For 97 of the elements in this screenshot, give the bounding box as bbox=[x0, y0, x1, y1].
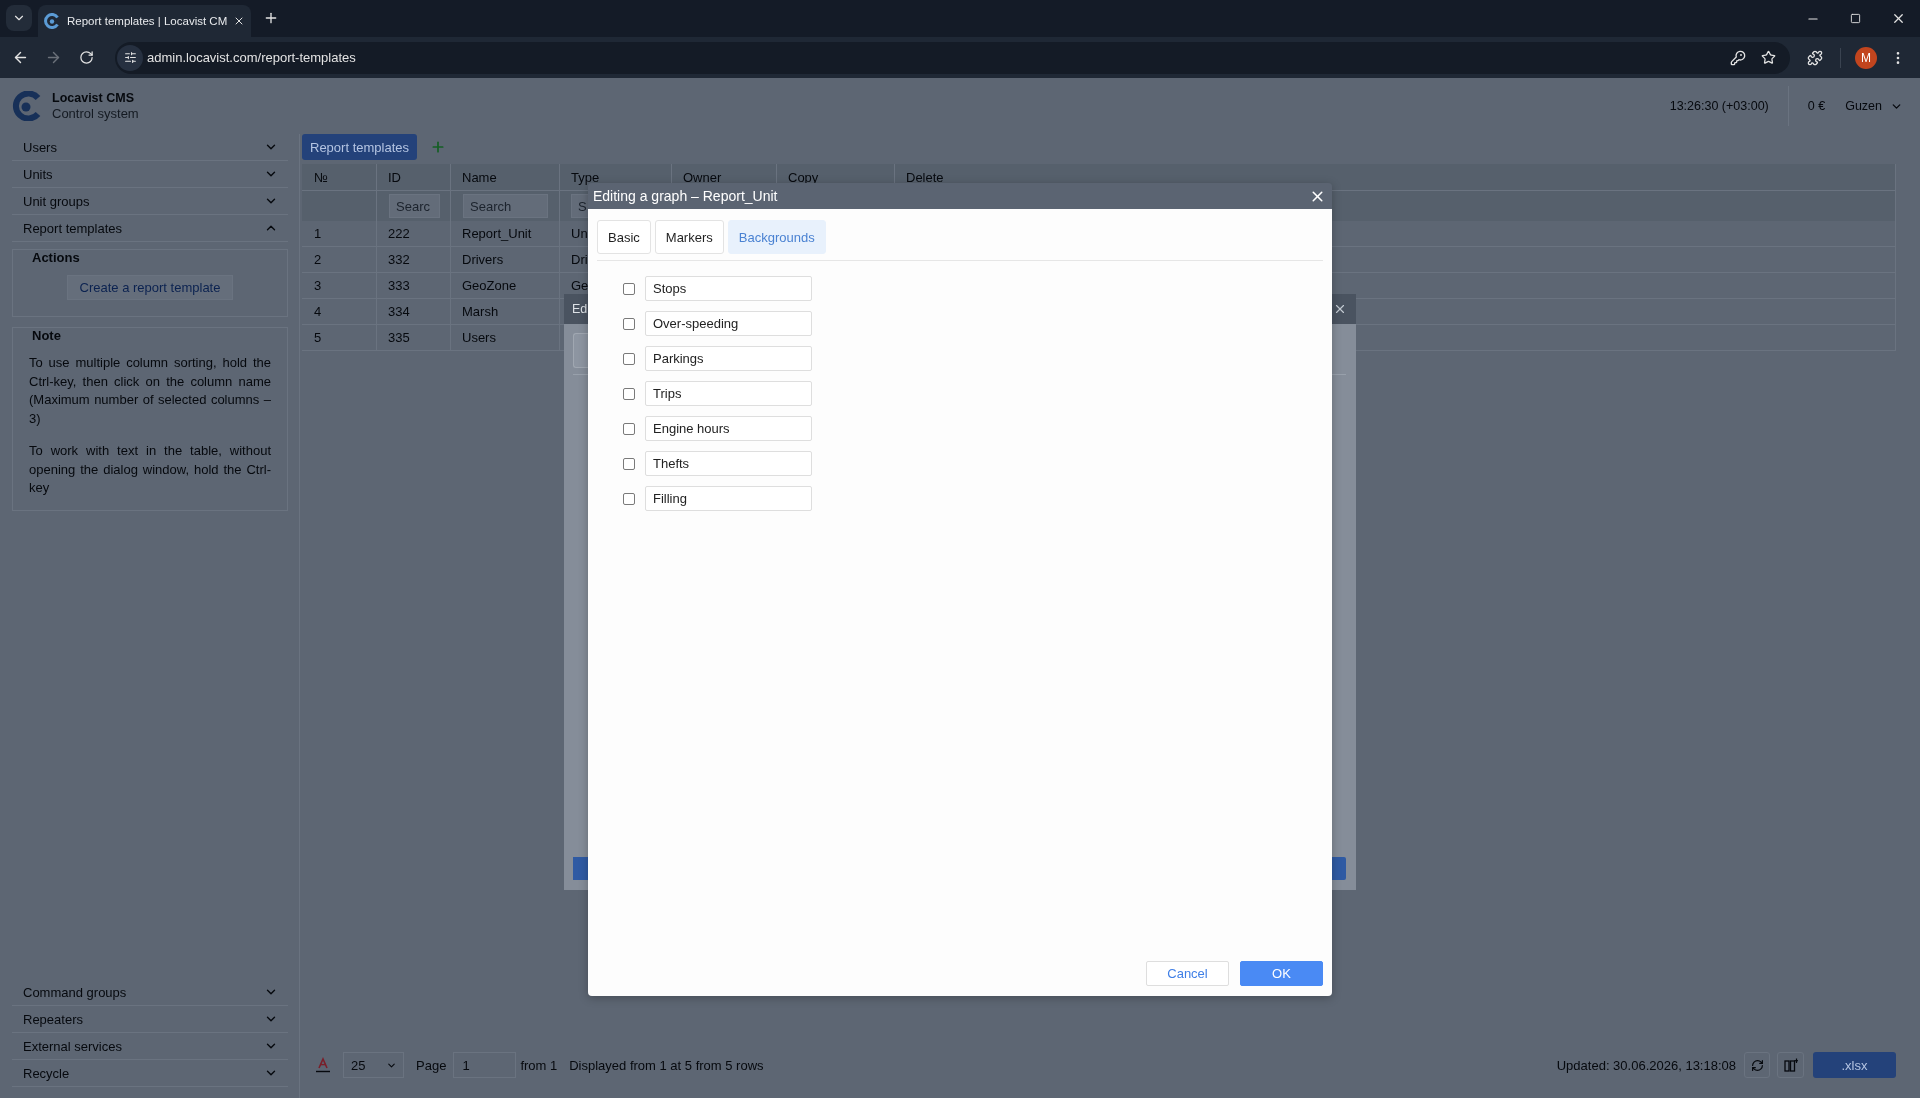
table-cell: 335 bbox=[388, 330, 410, 345]
profile-avatar[interactable]: M bbox=[1855, 46, 1877, 69]
note-text: To use multiple column sorting, hold the Ctrl-key, then click on the column name (Maximum number of selected columns – 3) bbox=[29, 354, 271, 429]
name-field[interactable]: Trips bbox=[645, 381, 812, 406]
brand-name: Locavist CMS bbox=[52, 90, 135, 106]
table-cell: GeoZone bbox=[462, 278, 517, 293]
checkbox[interactable] bbox=[623, 422, 635, 435]
logo-icon bbox=[11, 91, 43, 121]
balance-label: 0 € bbox=[1807, 99, 1826, 113]
column-header[interactable]: № bbox=[314, 169, 328, 185]
ok-button[interactable]: OK bbox=[1240, 961, 1323, 986]
search-field[interactable]: Searc bbox=[389, 194, 440, 218]
table-cell: 4 bbox=[314, 304, 322, 319]
tab[interactable]: Basic bbox=[597, 220, 651, 254]
tab-search-button[interactable] bbox=[6, 5, 32, 31]
arrow-right-icon[interactable] bbox=[45, 49, 62, 66]
browser-tab[interactable]: Report templates | Locavist CM bbox=[38, 5, 251, 37]
panel-title: Actions bbox=[31, 250, 80, 266]
table-cell: Un bbox=[571, 226, 588, 241]
updated-label: Updated: 30.06.2026, 13:18:08 bbox=[1556, 1057, 1736, 1073]
cancel-button[interactable]: Cancel bbox=[1146, 961, 1229, 986]
sidebar-item[interactable]: Unit groups bbox=[12, 188, 288, 215]
note-text: To work with text in the table, without opening the dialog window, hold the Ctrl-key bbox=[29, 441, 271, 498]
table-cell: 334 bbox=[388, 304, 410, 319]
column-header[interactable]: ID bbox=[388, 169, 401, 185]
name-field[interactable]: Over-speeding bbox=[645, 311, 812, 336]
letter-a-icon[interactable] bbox=[315, 1057, 331, 1073]
user-menu[interactable]: Guzen bbox=[1845, 99, 1903, 113]
site-settings-button[interactable] bbox=[117, 44, 143, 71]
checkbox[interactable] bbox=[623, 492, 635, 505]
checkbox[interactable] bbox=[623, 352, 635, 365]
favicon-icon bbox=[44, 13, 60, 29]
brand-subtitle: Control system bbox=[52, 106, 139, 122]
panel-title: Note bbox=[31, 328, 61, 344]
table-cell: Users bbox=[462, 330, 496, 345]
table-cell: 332 bbox=[388, 252, 410, 267]
table-cell: 222 bbox=[388, 226, 410, 241]
key-icon[interactable] bbox=[1730, 49, 1746, 66]
page-size-select[interactable]: 25 bbox=[343, 1052, 404, 1078]
sidebar-item[interactable]: Users bbox=[12, 134, 288, 161]
star-icon[interactable] bbox=[1760, 50, 1776, 65]
name-field[interactable]: Engine hours bbox=[645, 416, 812, 441]
sidebar-item[interactable]: Repeaters bbox=[12, 1006, 288, 1033]
plus-icon[interactable] bbox=[263, 10, 279, 26]
table-cell: Drivers bbox=[462, 252, 504, 267]
sidebar-item[interactable]: Command groups bbox=[12, 979, 288, 1006]
columns-button[interactable] bbox=[1777, 1052, 1804, 1078]
refresh-icon bbox=[1750, 1058, 1764, 1072]
table-cell: Report_Unit bbox=[462, 226, 532, 241]
column-header[interactable]: Type bbox=[571, 169, 600, 185]
checkbox[interactable] bbox=[623, 317, 635, 330]
reload-icon[interactable] bbox=[79, 50, 94, 65]
column-header[interactable]: Name bbox=[462, 169, 497, 185]
sidebar-item[interactable]: Recycle bbox=[12, 1060, 288, 1087]
close-icon[interactable] bbox=[233, 15, 245, 27]
dialog-title: Editing a graph – Report_Unit bbox=[593, 188, 778, 204]
maximize-icon[interactable] bbox=[1850, 13, 1861, 24]
checkbox[interactable] bbox=[623, 387, 635, 400]
columns-icon bbox=[1783, 1058, 1798, 1072]
sidebar-item[interactable]: External services bbox=[12, 1033, 288, 1060]
page-label: Page bbox=[416, 1057, 447, 1073]
page-total: from 1 bbox=[520, 1057, 558, 1073]
tab-title: Report templates | Locavist CM bbox=[67, 15, 229, 27]
search-field[interactable]: Search bbox=[463, 194, 548, 218]
name-field[interactable]: Parkings bbox=[645, 346, 812, 371]
checkbox[interactable] bbox=[623, 282, 635, 295]
table-cell: 2 bbox=[314, 252, 322, 267]
name-field[interactable]: Thefts bbox=[645, 451, 812, 476]
close-icon[interactable] bbox=[1891, 11, 1906, 26]
table-cell: 3 bbox=[314, 278, 322, 293]
table-cell: Marsh bbox=[462, 304, 499, 319]
table-cell: 333 bbox=[388, 278, 410, 293]
tab[interactable]: Markers bbox=[654, 220, 724, 254]
rows-summary: Displayed from 1 at 5 from 5 rows bbox=[569, 1057, 764, 1073]
dialog-title: Ed bbox=[572, 302, 588, 316]
checkbox[interactable] bbox=[623, 457, 635, 470]
sliders-icon bbox=[123, 51, 137, 64]
table-cell: Ge bbox=[571, 278, 589, 293]
sidebar-item[interactable]: Units bbox=[12, 161, 288, 188]
table-cell: Dri bbox=[571, 252, 588, 267]
url-text: admin.locavist.com/report-templates bbox=[147, 50, 357, 65]
time-label: 13:26:30 (+03:00) bbox=[1669, 99, 1769, 113]
export-button[interactable]: .xlsx bbox=[1813, 1052, 1896, 1078]
create-template-link[interactable]: Create a report template bbox=[66, 275, 234, 300]
address-bar[interactable]: admin.locavist.com/report-templates bbox=[115, 41, 1790, 74]
table-cell: 1 bbox=[314, 226, 322, 241]
sidebar-item[interactable]: Report templates bbox=[12, 215, 288, 242]
puzzle-icon[interactable] bbox=[1807, 49, 1823, 66]
name-field[interactable]: Stops bbox=[645, 276, 812, 301]
page-input[interactable]: 1 bbox=[453, 1052, 517, 1078]
tab[interactable]: Report templates bbox=[302, 134, 417, 160]
table-cell: 5 bbox=[314, 330, 322, 345]
refresh-button[interactable] bbox=[1744, 1052, 1770, 1078]
column-header[interactable]: Delete bbox=[906, 169, 944, 185]
name-field[interactable]: Filling bbox=[645, 486, 812, 511]
tab[interactable]: Backgrounds bbox=[727, 220, 826, 254]
column-header[interactable]: Owner bbox=[683, 169, 722, 185]
